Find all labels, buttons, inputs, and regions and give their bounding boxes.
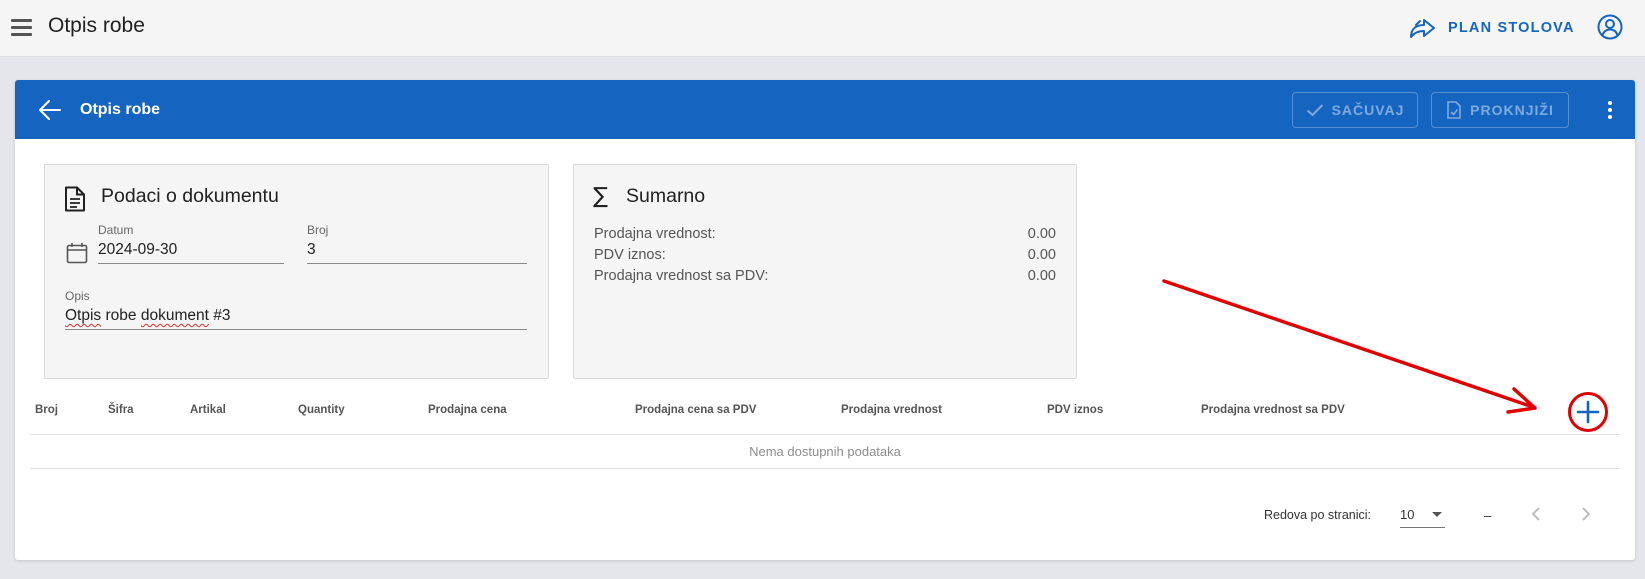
- summary-row-label: Prodajna vrednost sa PDV:: [594, 268, 769, 284]
- description-word-3: dokument: [140, 307, 209, 324]
- description-label: Opis: [65, 289, 90, 303]
- column-header-broj[interactable]: Broj: [35, 404, 58, 416]
- more-vert-icon[interactable]: [1600, 98, 1620, 122]
- previous-page-button[interactable]: [1522, 500, 1550, 528]
- document-panel-title: Podaci o dokumentu: [101, 185, 279, 207]
- card-title: Otpis robe: [80, 101, 161, 118]
- number-field[interactable]: Broj 3: [307, 223, 527, 264]
- account-circle-icon[interactable]: [1596, 13, 1624, 41]
- top-app-bar: Otpis robe PLAN STOLOVA: [0, 0, 1645, 57]
- plan-stolova-button[interactable]: PLAN STOLOVA: [1408, 10, 1583, 46]
- summary-row: PDV iznos: 0.00: [594, 247, 1056, 263]
- chevron-down-icon: [1432, 512, 1442, 517]
- add-item-button[interactable]: [1568, 392, 1608, 432]
- plan-stolova-label: PLAN STOLOVA: [1448, 20, 1575, 36]
- column-header-prodajna-vrednost-pdv[interactable]: Prodajna vrednost sa PDV: [1201, 404, 1345, 416]
- document-check-icon: [1447, 101, 1461, 119]
- summary-row-value: 0.00: [1027, 226, 1056, 242]
- column-header-prodajna-vrednost[interactable]: Prodajna vrednost: [841, 404, 942, 416]
- back-arrow-icon[interactable]: [37, 97, 63, 123]
- chevron-right-icon: [1582, 507, 1591, 521]
- empty-table-message: Nema dostupnih podataka: [30, 435, 1620, 469]
- plus-icon: [1576, 400, 1600, 424]
- page-range-text: –: [1484, 508, 1492, 523]
- document-info-panel: Podaci o dokumentu Datum 2024-09-30 Broj…: [44, 164, 549, 379]
- column-header-prodajna-cena[interactable]: Prodajna cena: [428, 404, 507, 416]
- app-title: Otpis robe: [48, 14, 145, 37]
- description-word-4: #3: [213, 307, 231, 324]
- column-header-prodajna-cena-pdv[interactable]: Prodajna cena sa PDV: [635, 404, 756, 416]
- document-card: Otpis robe SAČUVAJ PROKNJIŽI Podaci o do…: [15, 80, 1635, 560]
- summary-panel: ∑ Sumarno Prodajna vrednost: 0.00 PDV iz…: [573, 164, 1077, 379]
- rows-per-page-value: 10: [1400, 507, 1415, 522]
- post-label: PROKNJIŽI: [1470, 102, 1554, 118]
- column-header-artikal[interactable]: Artikal: [190, 404, 226, 416]
- description-word-2: robe: [105, 307, 137, 324]
- description-field[interactable]: Opis Otpis robe dokument #3: [65, 289, 527, 330]
- save-button[interactable]: SAČUVAJ: [1292, 92, 1418, 128]
- summary-row-value: 0.00: [1027, 247, 1056, 263]
- rows-per-page-label: Redova po stranici:: [1264, 508, 1372, 522]
- description-value: Otpis robe dokument #3: [65, 303, 527, 330]
- document-icon: [65, 186, 85, 212]
- chevron-left-icon: [1531, 507, 1540, 521]
- column-header-pdv-iznos[interactable]: PDV iznos: [1047, 404, 1103, 416]
- number-value: 3: [307, 237, 527, 264]
- summary-row-label: Prodajna vrednost:: [594, 226, 716, 242]
- rows-per-page-select[interactable]: 10: [1400, 502, 1445, 528]
- hamburger-menu-icon[interactable]: [9, 15, 33, 39]
- post-button[interactable]: PROKNJIŽI: [1431, 92, 1569, 128]
- share-forward-icon: [1410, 19, 1435, 38]
- column-header-quantity[interactable]: Quantity: [298, 404, 345, 416]
- summary-panel-title: Sumarno: [626, 185, 706, 207]
- card-header: Otpis robe SAČUVAJ PROKNJIŽI: [15, 80, 1635, 139]
- check-icon: [1306, 104, 1323, 117]
- summary-row: Prodajna vrednost: 0.00: [594, 226, 1056, 242]
- calendar-icon: [66, 243, 88, 264]
- next-page-button[interactable]: [1572, 500, 1600, 528]
- date-value: 2024-09-30: [98, 237, 284, 264]
- summary-row: Prodajna vrednost sa PDV: 0.00: [594, 268, 1056, 284]
- save-label: SAČUVAJ: [1331, 102, 1405, 118]
- items-table-header: Broj Šifra Artikal Quantity Prodajna cen…: [30, 387, 1620, 435]
- date-field[interactable]: Datum 2024-09-30: [98, 223, 284, 264]
- sigma-icon: ∑: [593, 184, 608, 209]
- description-word-1: Otpis: [65, 307, 102, 324]
- date-label: Datum: [98, 223, 134, 237]
- column-header-sifra[interactable]: Šifra: [108, 404, 134, 416]
- summary-row-value: 0.00: [1027, 268, 1056, 284]
- number-label: Broj: [307, 223, 329, 237]
- summary-row-label: PDV iznos:: [594, 247, 666, 263]
